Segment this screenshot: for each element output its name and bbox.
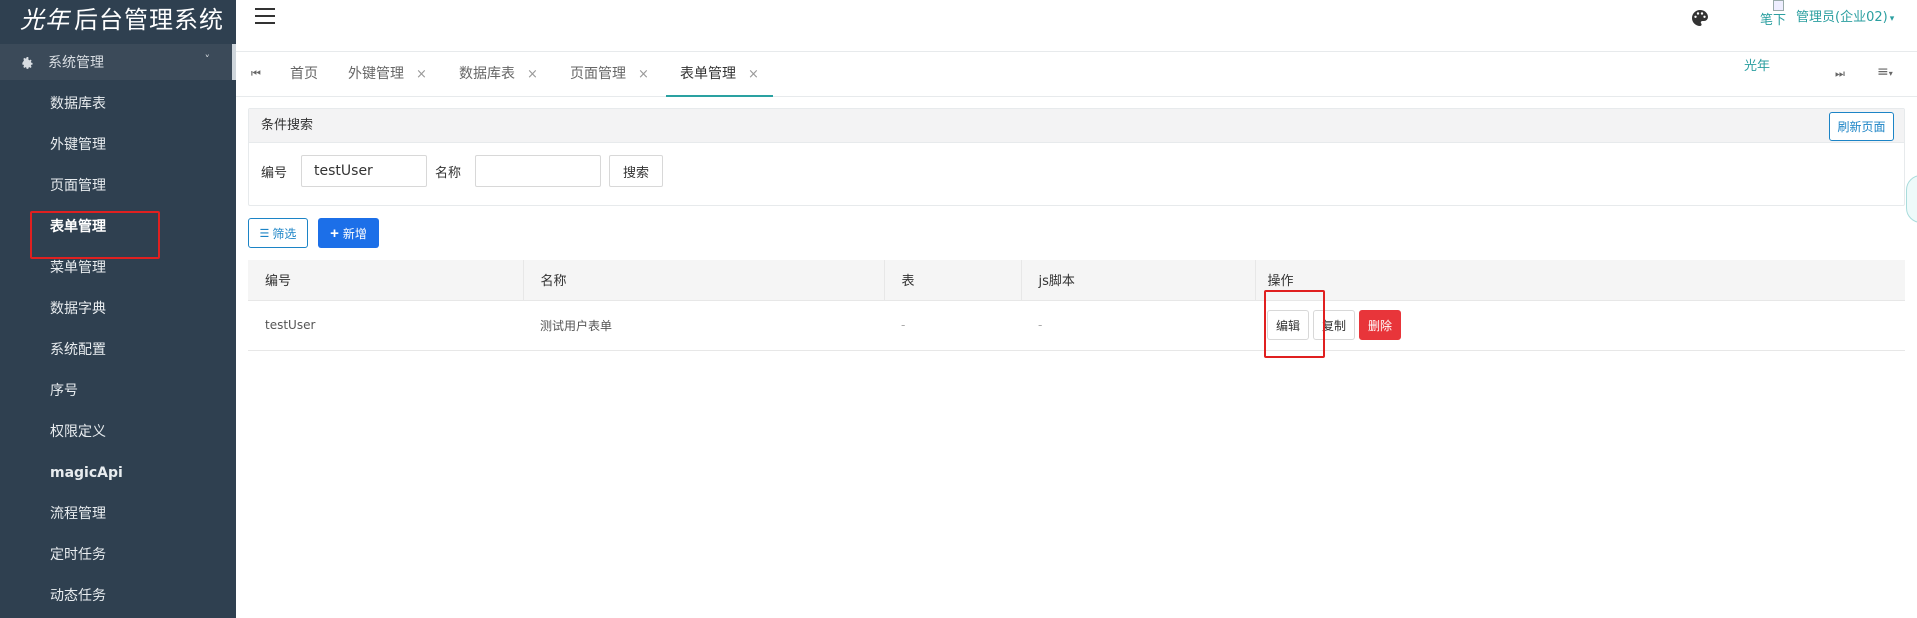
tab-label: 首页 xyxy=(290,66,318,82)
column-header-name[interactable]: 名称 xyxy=(523,260,885,301)
sidebar-item-magicapi[interactable]: magicApi xyxy=(0,453,236,494)
tab-foreign-keys[interactable]: 外键管理 × xyxy=(348,52,427,97)
column-header-code[interactable]: 编号 xyxy=(248,260,524,301)
filter-label: 筛选 xyxy=(272,226,297,241)
tab-label: 数据库表 xyxy=(459,66,515,82)
cell-table: - xyxy=(884,300,1021,351)
code-label: 编号 xyxy=(261,165,288,181)
caret-down-icon: ▾ xyxy=(1889,14,1895,24)
sidebar-item-permissions[interactable]: 权限定义 xyxy=(0,412,236,453)
tab-label: 页面管理 xyxy=(570,66,626,82)
sidebar: 光年 后台管理系统 系统管理 ˅ 数据库表 外键管理 页面管理 表单管理 菜单管… xyxy=(0,0,236,618)
tab-forms[interactable]: 表单管理 × xyxy=(666,52,773,97)
column-header-table[interactable]: 表 xyxy=(884,260,1022,301)
caret-down-icon: ▾ xyxy=(1888,69,1893,78)
top-header: 笔下 管理员(企业02) ▾ xyxy=(236,0,1917,50)
logo: 光年 后台管理系统 xyxy=(0,0,236,34)
search-button[interactable]: 搜索 xyxy=(609,155,664,187)
sidebar-item-pages[interactable]: 页面管理 xyxy=(0,166,236,207)
close-icon[interactable]: × xyxy=(748,67,759,82)
table-header-row: 编号 名称 表 js脚本 操作 xyxy=(248,260,1905,301)
hamburger-icon[interactable] xyxy=(255,8,275,24)
delete-button[interactable]: 删除 xyxy=(1359,310,1402,340)
sidebar-item-system-config[interactable]: 系统配置 xyxy=(0,330,236,371)
user-name: 管理员(企业02) xyxy=(1796,10,1888,25)
sidebar-item-scheduled-tasks[interactable]: 定时任务 xyxy=(0,535,236,576)
menu-lines-icon: ≡ xyxy=(1877,64,1889,80)
refresh-page-button[interactable]: 刷新页面 xyxy=(1829,112,1894,141)
search-form: 编号 名称 搜索 xyxy=(261,155,664,187)
sidebar-item-workflow[interactable]: 流程管理 xyxy=(0,494,236,535)
edit-button[interactable]: 编辑 xyxy=(1267,310,1310,340)
cell-js: - xyxy=(1021,300,1255,351)
app-root: 光年 后台管理系统 系统管理 ˅ 数据库表 外键管理 页面管理 表单管理 菜单管… xyxy=(0,0,1917,618)
tabs-menu-icon[interactable]: ≡▾ xyxy=(1877,64,1893,80)
avatar[interactable]: 笔下 xyxy=(1738,0,1786,29)
close-icon[interactable]: × xyxy=(638,67,649,82)
sidebar-group-label: 系统管理 xyxy=(48,55,104,71)
avatar-alt-text: 笔下 xyxy=(1759,13,1786,29)
user-menu[interactable]: 管理员(企业02) ▾ xyxy=(1796,6,1894,25)
sidebar-item-menus[interactable]: 菜单管理 xyxy=(0,248,236,289)
tab-database-tables[interactable]: 数据库表 × xyxy=(459,52,538,97)
add-button[interactable]: + 新增 xyxy=(318,218,379,248)
logo-title: 后台管理系统 xyxy=(74,5,224,34)
close-icon[interactable]: × xyxy=(416,67,427,82)
tab-home[interactable]: 首页 xyxy=(290,52,318,97)
floating-side-button[interactable] xyxy=(1906,175,1917,223)
close-icon[interactable]: × xyxy=(527,67,538,82)
code-input[interactable] xyxy=(301,155,428,187)
cell-actions: 编辑 复制 删除 xyxy=(1255,300,1905,351)
logo-mark: 光年 xyxy=(20,5,70,34)
copy-button[interactable]: 复制 xyxy=(1313,310,1356,340)
tab-pages[interactable]: 页面管理 × xyxy=(570,52,649,97)
filter-button[interactable]: ☰ 筛选 xyxy=(248,218,308,248)
tabs-next-icon[interactable]: ⏭ xyxy=(1835,67,1845,81)
sidebar-item-foreign-keys[interactable]: 外键管理 xyxy=(0,125,236,166)
page-tabs: ⏮ 首页 外键管理 × 数据库表 × 页面管理 × 表单管理 × 光年 ⏭ ≡▾ xyxy=(236,51,1917,97)
sidebar-item-dictionary[interactable]: 数据字典 xyxy=(0,289,236,330)
tab-label: 外键管理 xyxy=(348,66,404,82)
sidebar-group-system-management[interactable]: 系统管理 ˅ xyxy=(0,44,236,80)
tabs-prev-icon[interactable]: ⏮ xyxy=(251,67,261,81)
broken-image-icon xyxy=(1773,0,1784,11)
table-row: testUser 测试用户表单 - - 编辑 复制 删除 xyxy=(248,300,1905,351)
search-panel-title: 条件搜索 xyxy=(249,109,1904,143)
column-header-js[interactable]: js脚本 xyxy=(1021,260,1256,301)
name-input[interactable] xyxy=(475,155,602,187)
name-label: 名称 xyxy=(435,165,462,181)
tab-label: 表单管理 xyxy=(680,66,736,82)
gear-icon xyxy=(22,57,33,69)
sidebar-item-database-tables[interactable]: 数据库表 xyxy=(0,84,236,125)
filter-icon: ☰ xyxy=(259,227,270,240)
palette-icon[interactable] xyxy=(1690,8,1710,28)
search-panel: 条件搜索 刷新页面 编号 名称 搜索 xyxy=(248,108,1905,206)
plus-icon: + xyxy=(330,224,339,242)
cell-code: testUser xyxy=(248,300,523,351)
forms-table: 编号 名称 表 js脚本 操作 testUser 测试用户表单 - - 编辑 复制… xyxy=(248,260,1905,351)
sidebar-item-sequence[interactable]: 序号 xyxy=(0,371,236,412)
sidebar-submenu: 数据库表 外键管理 页面管理 表单管理 菜单管理 数据字典 系统配置 序号 权限… xyxy=(0,84,236,617)
sidebar-item-dynamic-tasks[interactable]: 动态任务 xyxy=(0,576,236,617)
column-header-actions: 操作 xyxy=(1255,260,1905,301)
sidebar-item-forms[interactable]: 表单管理 xyxy=(0,207,236,248)
chevron-down-icon: ˅ xyxy=(204,53,211,66)
add-label: 新增 xyxy=(342,226,367,241)
cell-name: 测试用户表单 xyxy=(523,300,884,351)
avatar-alt-text-secondary: 光年 xyxy=(1744,59,1771,74)
